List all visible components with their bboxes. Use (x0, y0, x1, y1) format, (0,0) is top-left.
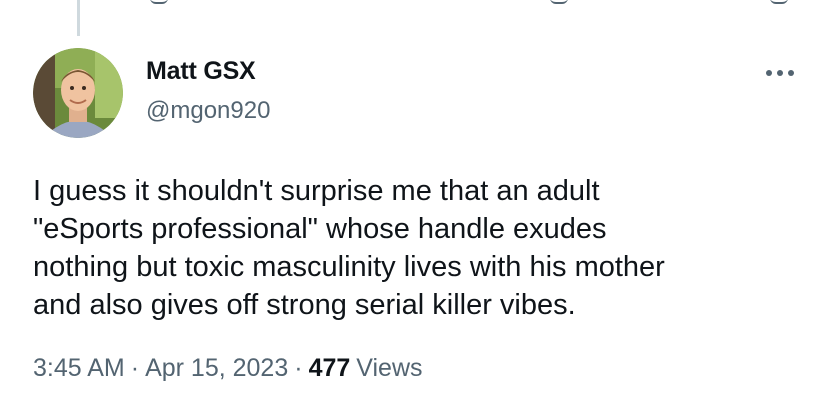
tweet-time[interactable]: 3:45 AM (33, 354, 125, 382)
profile-photo-icon (33, 48, 123, 138)
tweet-metadata: 3:45 AM · Apr 15, 2023 · 477 Views (33, 354, 423, 383)
author-name[interactable]: Matt GSX (146, 57, 256, 86)
thread-connector-line (77, 0, 80, 36)
author-handle[interactable]: @mgon920 (146, 97, 270, 125)
tweet-date[interactable]: Apr 15, 2023 (145, 354, 288, 382)
tweet-text: I guess it shouldn't surprise me that an… (33, 175, 665, 321)
more-options-icon (766, 70, 794, 76)
views-label[interactable]: Views (356, 354, 422, 382)
reply-icon (150, 0, 168, 4)
avatar[interactable] (33, 48, 123, 138)
like-icon (550, 0, 568, 4)
separator-dot: · (294, 354, 303, 382)
share-icon (770, 0, 788, 4)
previous-tweet-actions-cut (0, 0, 828, 4)
separator-dot: · (130, 354, 140, 382)
views-count[interactable]: 477 (309, 354, 351, 382)
more-options-button[interactable] (760, 58, 800, 88)
